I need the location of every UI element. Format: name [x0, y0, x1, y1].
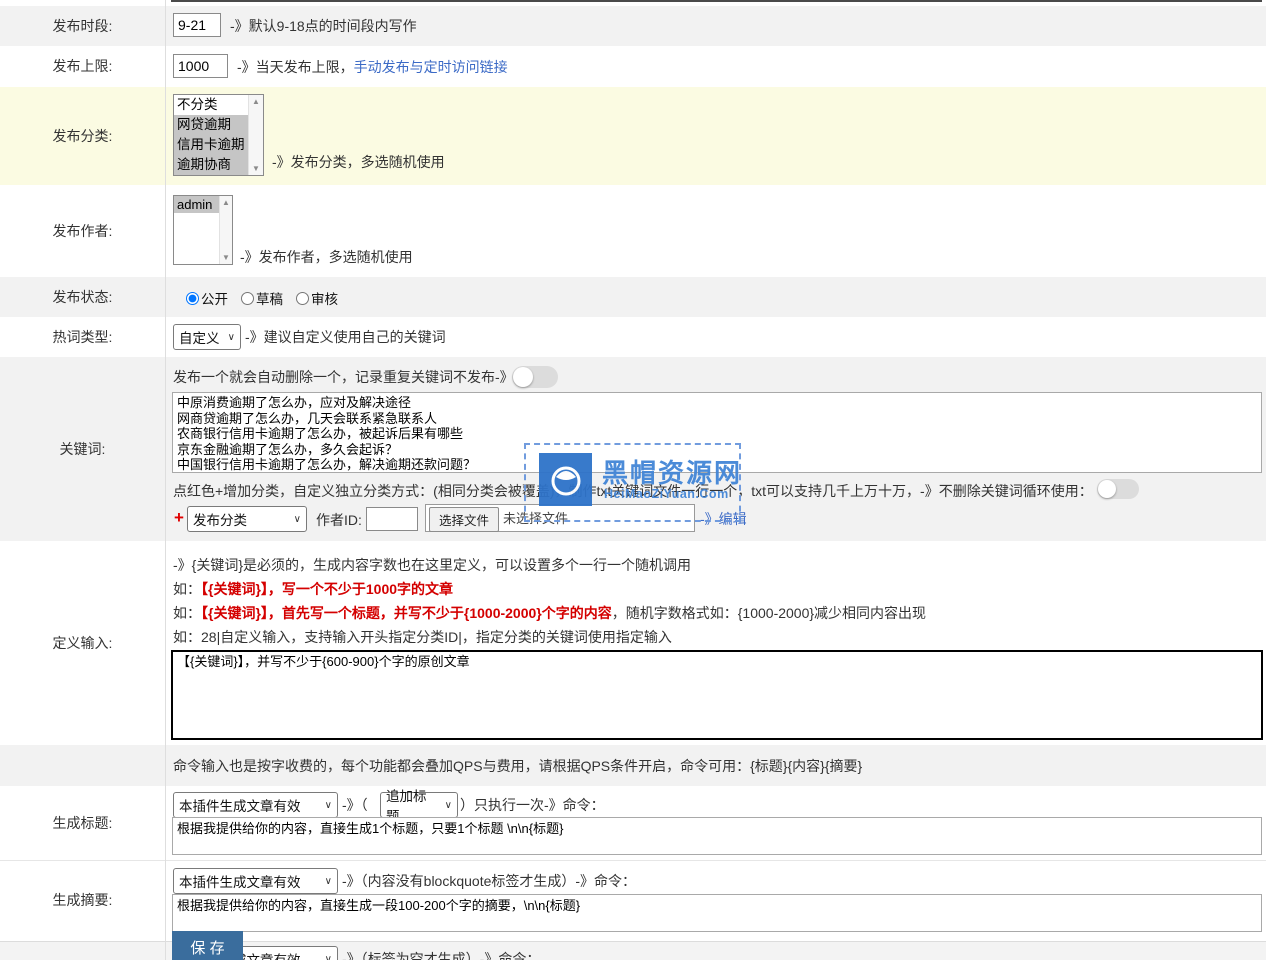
save-button[interactable]: 保 存 — [172, 931, 243, 960]
watermark-title: 黑帽资源网 — [602, 453, 742, 490]
chevron-down-icon: ∨ — [228, 332, 235, 343]
publish-limit-hint: -》当天发布上限，手动发布与定时访问链接 — [237, 57, 508, 77]
author-option[interactable]: admin — [174, 196, 219, 213]
choose-file-button[interactable]: 选择文件 — [429, 507, 499, 532]
define-input-line4: 如：28|自定义输入，支持输入开头指定分类ID|，指定分类的关键词使用指定输入 — [173, 627, 672, 647]
author-id-input[interactable] — [366, 507, 418, 531]
publish-category-hint: -》发布分类，多选随机使用 — [272, 152, 445, 172]
hotword-type-hint: -》建议自定义使用自己的关键词 — [245, 327, 446, 347]
define-input-line2: 如：【{关键词}】，写一个不少于1000字的文章 — [173, 579, 453, 599]
chevron-down-icon: ∨ — [325, 954, 332, 960]
gen-title-label: 生成标题: — [0, 813, 165, 833]
define-input-line3: 如：【{关键词}】，首先写一个标题，并写不少于{1000-2000}个字的内容，… — [173, 603, 926, 623]
hotword-type-value: 自定义 — [179, 327, 220, 347]
gen-title-append-select[interactable]: 追加标题 ∨ — [380, 792, 458, 818]
category-option[interactable]: 信用卡逾期 — [174, 135, 248, 155]
radio-draft-input[interactable] — [241, 292, 254, 305]
gen-title-command-textarea[interactable]: 根据我提供给你的内容，直接生成1个标题，只要1个标题 \n\n{标题} — [172, 817, 1262, 855]
listbox-scrollbar[interactable]: ▲ ▼ — [248, 95, 263, 175]
publish-status-radios: 公开 草稿 审核 — [186, 288, 338, 308]
watermark: 黑帽资源网 HeiMaoZiYuan.Com — [524, 443, 741, 522]
listbox-scrollbar[interactable]: ▲ ▼ — [219, 196, 232, 264]
label-column-divider — [165, 0, 166, 960]
radio-review-input[interactable] — [296, 292, 309, 305]
define-input-textarea[interactable]: 【{关键词}】，并写不少于{600-900}个字的原创文章 — [171, 650, 1263, 740]
category-option[interactable]: 逾期协商 — [174, 155, 248, 175]
scroll-down-icon[interactable]: ▼ — [252, 164, 260, 173]
publish-author-options: admin — [174, 196, 219, 264]
gen-title-mode-select[interactable]: 本插件生成文章有效 ∨ — [173, 792, 338, 818]
black-hat-icon — [546, 460, 586, 500]
radio-draft[interactable]: 草稿 — [241, 288, 283, 308]
publish-limit-input[interactable] — [173, 54, 228, 78]
radio-public-input[interactable] — [186, 292, 199, 305]
keyword-loop-toggle[interactable] — [1097, 479, 1139, 499]
category-option[interactable]: 不分类 — [174, 95, 248, 115]
watermark-domain: HeiMaoZiYuan.Com — [604, 487, 729, 501]
publish-limit-label: 发布上限: — [0, 56, 165, 76]
scroll-down-icon[interactable]: ▼ — [222, 253, 230, 262]
radio-draft-label: 草稿 — [256, 288, 283, 308]
category-option[interactable]: 网贷逾期 — [174, 115, 248, 135]
chevron-down-icon: ∨ — [325, 876, 332, 887]
gen-tag-mid: -》（标签为空才生成）-》命令： — [342, 949, 540, 960]
manual-publish-link[interactable]: 手动发布与定时访问链接 — [354, 59, 508, 75]
publish-status-label: 发布状态: — [0, 287, 165, 307]
toggle-knob — [513, 367, 533, 387]
chevron-down-icon: ∨ — [445, 800, 452, 811]
radio-public[interactable]: 公开 — [186, 288, 228, 308]
example-red-text: 【{关键词}】，写一个不少于1000字的文章 — [201, 581, 453, 597]
add-category-button[interactable]: + — [174, 508, 184, 528]
plugin-settings-page: 发布时段: -》默认9-18点的时间段内写作 发布上限: -》当天发布上限，手动… — [0, 0, 1266, 960]
gen-title-mid1: -》（ — [342, 795, 368, 815]
keyword-category-value: 发布分类 — [193, 509, 247, 529]
watermark-logo-icon — [539, 453, 592, 506]
keyword-category-select[interactable]: 发布分类 ∨ — [187, 506, 307, 532]
publish-category-listbox[interactable]: 不分类 网贷逾期 信用卡逾期 逾期协商 ▲ ▼ — [173, 94, 264, 176]
example-rest-text: ，随机字数格式如：{1000-2000}减少相同内容出现 — [612, 605, 926, 621]
radio-review-label: 审核 — [311, 288, 338, 308]
radio-review[interactable]: 审核 — [296, 288, 338, 308]
gen-summary-mode-select[interactable]: 本插件生成文章有效 ∨ — [173, 868, 338, 894]
gen-summary-mode-value: 本插件生成文章有效 — [179, 871, 301, 891]
dedupe-toggle[interactable] — [512, 366, 558, 388]
publish-limit-hint-text: -》当天发布上限， — [237, 59, 354, 75]
publish-author-listbox[interactable]: admin ▲ ▼ — [173, 195, 233, 265]
gen-summary-command-textarea[interactable]: 根据我提供给你的内容，直接生成一段100-200个字的摘要，\n\n{标题} — [172, 894, 1262, 932]
gen-title-mode-value: 本插件生成文章有效 — [179, 795, 301, 815]
hotword-type-label: 热词类型: — [0, 327, 165, 347]
define-input-line1: -》{关键词}是必须的，生成内容字数也在这里定义，可以设置多个一行一个随机调用 — [173, 555, 691, 575]
radio-public-label: 公开 — [201, 288, 228, 308]
keywords-dedupe-text: 发布一个就会自动删除一个，记录重复关键词不发布-》 — [173, 367, 514, 387]
scroll-up-icon[interactable]: ▲ — [252, 97, 260, 106]
publish-category-label: 发布分类: — [0, 126, 165, 146]
toggle-knob — [1098, 480, 1116, 498]
chevron-down-icon: ∨ — [294, 514, 301, 525]
scroll-up-icon[interactable]: ▲ — [222, 198, 230, 207]
publish-author-hint: -》发布作者，多选随机使用 — [240, 247, 413, 267]
keywords-label: 关键词: — [0, 439, 165, 459]
publish-time-input[interactable] — [173, 13, 221, 37]
publish-time-hint: -》默认9-18点的时间段内写作 — [230, 16, 417, 36]
publish-time-label: 发布时段: — [0, 16, 165, 36]
define-input-label: 定义输入: — [0, 633, 165, 653]
gen-title-mid2: ）只执行一次-》命令： — [460, 795, 605, 815]
example-prefix: 如： — [173, 581, 201, 597]
hotword-type-select[interactable]: 自定义 ∨ — [173, 324, 241, 350]
publish-category-options: 不分类 网贷逾期 信用卡逾期 逾期协商 — [174, 95, 248, 175]
gen-summary-label: 生成摘要: — [0, 890, 165, 910]
example-red-text: 【{关键词}】，首先写一个标题，并写不少于{1000-2000}个字的内容 — [201, 605, 612, 621]
command-note-text: 命令输入也是按字收费的，每个功能都会叠加QPS与费用，请根据QPS条件开启，命令… — [173, 756, 862, 776]
author-id-label: 作者ID: — [316, 510, 362, 530]
row-divider — [0, 860, 1266, 861]
gen-summary-mid: -》（内容没有blockquote标签才生成）-》命令： — [342, 871, 636, 891]
example-prefix: 如： — [173, 605, 201, 621]
chevron-down-icon: ∨ — [325, 800, 332, 811]
top-divider — [171, 0, 1262, 2]
publish-author-label: 发布作者: — [0, 221, 165, 241]
